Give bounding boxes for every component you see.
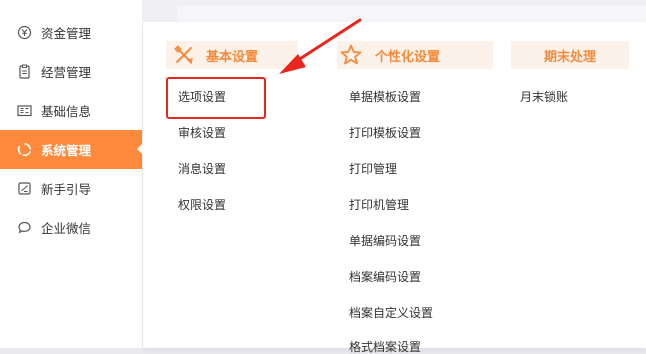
guide-icon bbox=[17, 181, 32, 196]
menu-item-approval-settings[interactable]: 审核设置 bbox=[178, 126, 226, 140]
sidebar-item-label: 基础信息 bbox=[41, 104, 92, 119]
sidebar-item-system[interactable]: 系统管理 bbox=[0, 130, 143, 169]
column-header-personalization: 个性化设置 bbox=[337, 41, 493, 69]
highlight-box bbox=[166, 77, 266, 119]
top-bar-inner bbox=[177, 6, 646, 22]
menu-item-document-code-settings[interactable]: 单据编码设置 bbox=[349, 234, 421, 248]
top-bar bbox=[143, 0, 646, 22]
wrench-pencil-icon bbox=[174, 45, 194, 65]
menu-item-message-settings[interactable]: 消息设置 bbox=[178, 162, 226, 176]
chat-icon bbox=[17, 220, 32, 235]
menu-item-printer-management[interactable]: 打印机管理 bbox=[349, 198, 409, 212]
sidebar-item-basic-info[interactable]: 基础信息 bbox=[0, 91, 142, 130]
menu-item-archive-code-settings[interactable]: 档案编码设置 bbox=[349, 270, 421, 284]
column-title: 期末处理 bbox=[543, 49, 596, 65]
sidebar-item-operations[interactable]: 经营管理 bbox=[0, 52, 142, 91]
id-card-icon bbox=[17, 103, 32, 118]
system-icon bbox=[17, 142, 32, 157]
menu-item-print-management[interactable]: 打印管理 bbox=[349, 162, 397, 176]
sidebar-item-label: 企业微信 bbox=[41, 221, 92, 236]
sidebar-item-label: 资金管理 bbox=[41, 26, 92, 41]
column-header-basic-settings: 基本设置 bbox=[166, 41, 298, 69]
menu-item-archive-custom-settings[interactable]: 档案自定义设置 bbox=[349, 306, 433, 320]
system-menu-panel: 基本设置 个性化设置 期末处理 选项设置 审核设置 消息设置 权限设置 单据模板… bbox=[143, 22, 646, 354]
sidebar-item-wecom[interactable]: 企业微信 bbox=[0, 208, 142, 247]
column-header-period-end: 期末处理 bbox=[511, 41, 629, 69]
sidebar: 资金管理 经营管理 基础信息 系统管理 新手引导 企业微信 bbox=[0, 0, 143, 348]
sidebar-item-label: 系统管理 bbox=[41, 143, 92, 158]
clipboard-icon bbox=[17, 64, 32, 79]
money-icon bbox=[17, 25, 32, 40]
sidebar-item-guide[interactable]: 新手引导 bbox=[0, 169, 142, 208]
menu-item-format-archive-settings[interactable]: 格式档案设置 bbox=[349, 340, 421, 354]
column-title: 个性化设置 bbox=[375, 49, 441, 65]
sidebar-item-label: 新手引导 bbox=[41, 182, 92, 197]
sidebar-item-label: 经营管理 bbox=[41, 65, 92, 80]
star-icon bbox=[339, 43, 363, 67]
menu-item-print-template-settings[interactable]: 打印模板设置 bbox=[349, 126, 421, 140]
menu-item-permission-settings[interactable]: 权限设置 bbox=[178, 198, 226, 212]
menu-item-month-end-lock[interactable]: 月末锁账 bbox=[520, 90, 568, 104]
sidebar-item-funds[interactable]: 资金管理 bbox=[0, 13, 142, 52]
menu-item-document-template-settings[interactable]: 单据模板设置 bbox=[349, 90, 421, 104]
column-title: 基本设置 bbox=[206, 49, 259, 65]
